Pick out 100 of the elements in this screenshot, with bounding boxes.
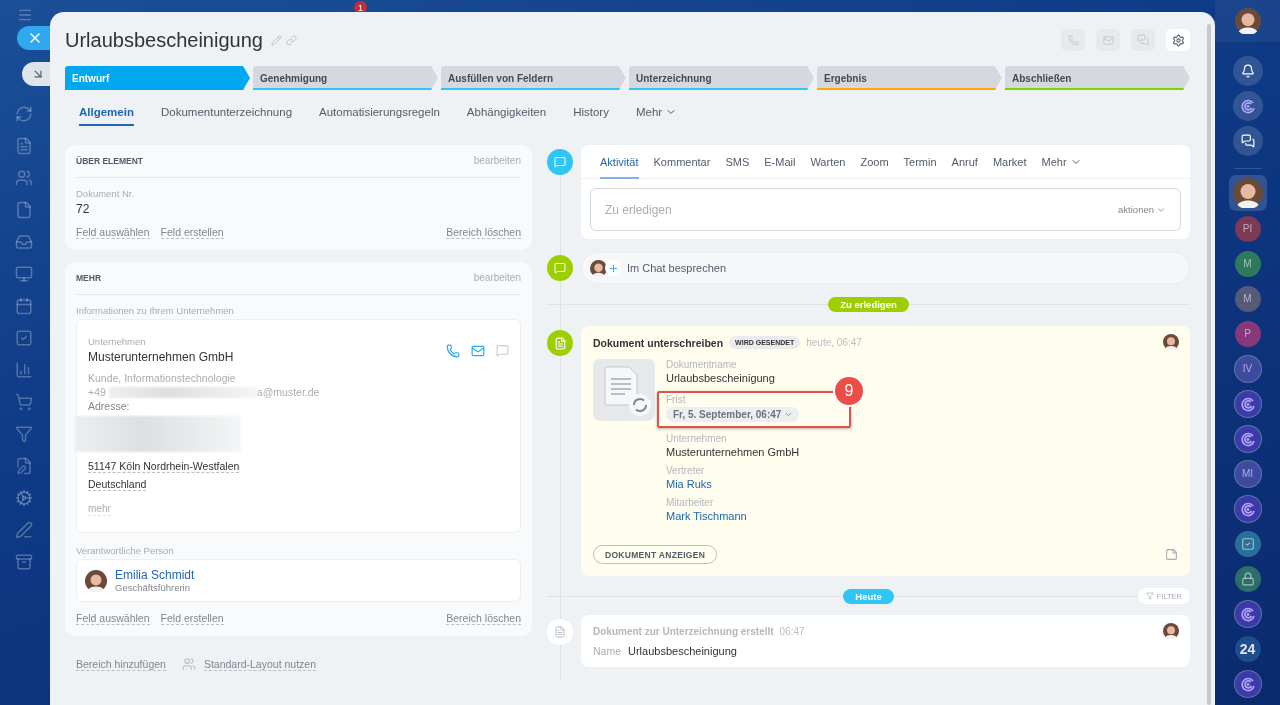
actions-dropdown[interactable]: aktionen <box>1118 204 1166 215</box>
email-text: a@muster.de <box>256 386 320 398</box>
activity-tab[interactable]: SMS <box>725 145 750 179</box>
checkbox-icon[interactable] <box>15 329 35 349</box>
activity-tab[interactable]: Termin <box>903 145 937 179</box>
pencil-icon[interactable] <box>270 34 282 46</box>
todo-input[interactable]: Zu erledigen aktionen <box>590 188 1181 231</box>
initials-avatar: IV <box>1234 355 1261 382</box>
menu-icon[interactable] <box>17 7 33 23</box>
close-button[interactable] <box>17 26 53 50</box>
document-icon <box>547 330 573 356</box>
history-title: Dokument zur Unterzeichnung erstellt <box>593 626 774 637</box>
pen-icon[interactable] <box>15 521 35 541</box>
chat-item[interactable] <box>1228 175 1267 211</box>
avatar <box>1232 178 1263 208</box>
field-value: Urlaubsbescheinigung <box>628 645 737 657</box>
settings-button[interactable] <box>1166 29 1190 51</box>
field-value: 72 <box>76 202 91 216</box>
more-menu-tab[interactable]: Mehr <box>1041 145 1082 179</box>
monitor-icon[interactable] <box>15 265 35 285</box>
spiral-icon <box>1239 605 1256 622</box>
chat-item[interactable]: IV <box>1228 351 1267 386</box>
chat-button[interactable] <box>1131 29 1155 51</box>
activity-tab[interactable]: E-Mail <box>764 145 796 179</box>
chat-item[interactable]: 24 <box>1228 631 1267 666</box>
default-layout-link[interactable]: Standard-Layout nutzen <box>203 657 316 671</box>
section-title: ÜBER ELEMENT <box>76 155 144 166</box>
initials-avatar: PI <box>1234 215 1261 242</box>
avatar <box>1163 623 1179 639</box>
activity-tab[interactable]: Zoom <box>860 145 889 179</box>
filter-icon <box>1145 592 1154 600</box>
calendar-icon[interactable] <box>15 297 35 317</box>
initials-avatar: M <box>1234 285 1261 312</box>
phone-button[interactable] <box>1061 29 1085 51</box>
delete-section-link[interactable]: Bereich löschen <box>446 612 521 625</box>
company-name: Musterunternehmen GmbH <box>88 350 234 364</box>
chat-item[interactable]: P <box>1228 316 1267 351</box>
note-icon[interactable] <box>1165 548 1178 561</box>
activity-tab[interactable]: Aktivität <box>600 145 639 179</box>
plus-icon <box>605 260 621 276</box>
activity-tab[interactable]: Kommentar <box>653 145 711 179</box>
field-link[interactable]: Feld erstellen <box>160 226 224 239</box>
stage-tab[interactable]: Unterzeichnung <box>629 66 814 90</box>
tab[interactable]: Allgemein <box>79 102 134 126</box>
document-thumbnail-drawing <box>593 359 655 421</box>
activity-tab[interactable]: Warten <box>810 145 846 179</box>
person-name-link[interactable]: Emilia Schmidt <box>115 568 195 582</box>
more-menu-tab[interactable]: Mehr <box>635 102 678 126</box>
avatar <box>590 259 607 277</box>
chevron-down-icon <box>784 410 794 419</box>
cog-icon[interactable] <box>15 489 35 509</box>
bell-icon[interactable] <box>1232 56 1263 86</box>
avatar <box>85 569 107 592</box>
mail-icon <box>1102 34 1114 46</box>
tab[interactable]: History <box>573 102 609 126</box>
field-link[interactable]: Feld auswählen <box>76 612 150 625</box>
person-link[interactable]: Mia Ruks <box>666 478 851 490</box>
stage-tab[interactable]: Abschließen <box>1005 66 1190 90</box>
add-section-link[interactable]: Bereich hinzufügen <box>76 657 166 671</box>
spiral-icon <box>1239 675 1256 692</box>
avatar <box>1163 334 1179 350</box>
address-link[interactable]: 51147 Köln Nordrhein-Westfalen <box>88 460 240 473</box>
user-avatar <box>1234 8 1261 34</box>
task-time: heute, 06:47 <box>806 337 862 348</box>
stage-tab[interactable]: Ergebnis <box>817 66 1002 90</box>
chat-item[interactable]: M <box>1228 281 1267 316</box>
person-link[interactable]: Mark Tischmann <box>666 510 851 522</box>
chat-item[interactable]: PI <box>1228 211 1267 246</box>
stage-tab[interactable]: Genehmigung <box>253 66 438 90</box>
chat-discuss-button[interactable]: Im Chat besprechen <box>581 252 1190 284</box>
activity-tab[interactable]: Market <box>992 145 1027 179</box>
funnel-icon[interactable] <box>15 425 35 445</box>
mail-button[interactable] <box>1096 29 1120 51</box>
chat-icon[interactable] <box>1232 126 1263 156</box>
todo-divider-badge: Zu erledigen <box>828 296 909 312</box>
tab[interactable]: Automatisierungsregeln <box>319 102 440 126</box>
initials-avatar: MI <box>1234 460 1261 487</box>
spiral-icon <box>1239 395 1256 412</box>
address-link[interactable]: Deutschland <box>88 478 147 491</box>
chat-item[interactable]: MI <box>1228 456 1267 491</box>
spiral-icon <box>1239 430 1256 447</box>
stage-tab[interactable]: Ausfüllen von Feldern <box>441 66 626 90</box>
mail-icon[interactable] <box>471 344 485 358</box>
cart-icon[interactable] <box>15 393 35 413</box>
step-number-badge: 9 <box>835 377 863 405</box>
spiral-button[interactable] <box>1232 91 1263 121</box>
archive-icon[interactable] <box>15 553 35 573</box>
field-link[interactable]: Feld auswählen <box>76 226 150 239</box>
deadline-dropdown[interactable]: Fr, 5. September, 06:47 <box>666 407 800 422</box>
phone-icon[interactable] <box>446 344 460 358</box>
chat-label: Im Chat besprechen <box>627 262 727 274</box>
tab[interactable]: Dokumentunterzeichnung <box>160 102 293 126</box>
settings-icon <box>1171 33 1185 47</box>
field-link[interactable]: Feld erstellen <box>160 612 224 625</box>
link-icon[interactable] <box>285 34 297 46</box>
delete-section-link[interactable]: Bereich löschen <box>446 226 521 239</box>
phone-prefix: +49 <box>88 386 106 398</box>
users-icon <box>181 657 196 671</box>
tab[interactable]: Abhängigkeiten <box>466 102 547 126</box>
activity-tab[interactable]: Anruf <box>951 145 978 179</box>
